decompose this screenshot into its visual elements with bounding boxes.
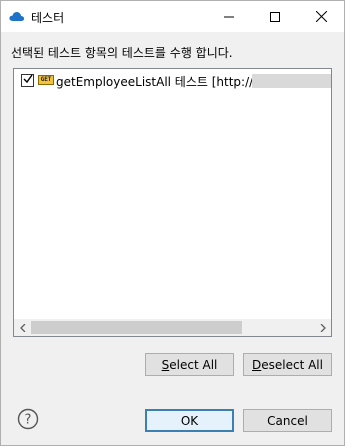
test-item-list[interactable]: GET getEmployeeListAll 테스트 [http:// — [13, 68, 332, 337]
ok-button[interactable]: OK — [145, 409, 234, 432]
check-icon — [23, 74, 33, 84]
close-icon — [315, 11, 327, 22]
maximize-button[interactable] — [252, 1, 298, 32]
window-title: 테스터 — [31, 11, 65, 25]
maximize-icon — [270, 11, 280, 22]
scroll-thumb[interactable] — [31, 321, 242, 334]
minimize-icon — [224, 16, 234, 17]
help-icon[interactable]: ? — [17, 408, 39, 430]
select-all-mnemonic: S — [161, 357, 170, 372]
close-button[interactable] — [298, 1, 344, 32]
chevron-right-icon — [320, 323, 326, 332]
scroll-left-button[interactable] — [14, 319, 31, 336]
item-checkbox[interactable] — [21, 74, 34, 87]
deselect-all-mnemonic: D — [252, 357, 262, 372]
get-method-icon: GET — [38, 75, 54, 85]
select-all-label: elect All — [169, 357, 218, 372]
list-item[interactable]: GET getEmployeeListAll 테스트 [http:// — [14, 72, 331, 89]
select-all-button[interactable]: Select All — [145, 353, 234, 376]
list-item-label: getEmployeeListAll 테스트 [http:// — [56, 75, 254, 89]
deselect-all-label: eselect All — [261, 357, 323, 372]
scroll-right-button[interactable] — [314, 319, 331, 336]
title-bar[interactable]: 테스터 — [1, 1, 344, 32]
cloud-app-icon — [9, 12, 25, 21]
redacted-url — [252, 74, 331, 88]
deselect-all-button[interactable]: Deselect All — [243, 353, 332, 376]
cancel-button[interactable]: Cancel — [243, 409, 332, 432]
svg-text:?: ? — [25, 413, 32, 428]
minimize-button[interactable] — [206, 1, 252, 32]
chevron-left-icon — [19, 323, 25, 332]
tester-dialog: 테스터 선택된 테스트 항목의 테스트를 수행 합니다. GET getEmpl… — [0, 0, 345, 446]
horizontal-scrollbar[interactable] — [14, 319, 331, 336]
instruction-text: 선택된 테스트 항목의 테스트를 수행 합니다. — [11, 46, 233, 60]
